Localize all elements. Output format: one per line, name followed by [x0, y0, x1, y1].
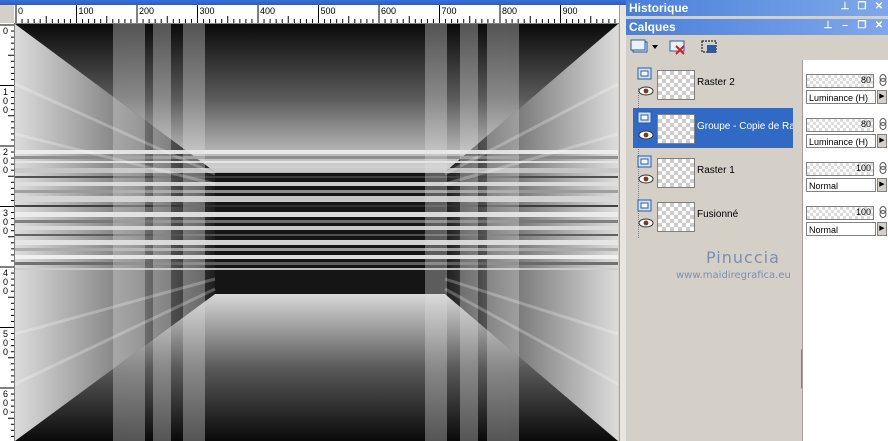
mask-icon: [701, 40, 717, 53]
close-icon[interactable]: ✕: [872, 19, 886, 33]
eye-icon[interactable]: [638, 130, 654, 140]
ruler-left: 0 1 0 0 2 0 0 3 0 0 4 0 0 5 0 0 6 0 0: [0, 23, 15, 441]
layer-thumbnail: [657, 202, 695, 232]
eye-icon[interactable]: [638, 218, 654, 228]
ruler-top-label: 500: [320, 6, 336, 16]
layer-name: Raster 2: [697, 77, 735, 88]
opacity-slider[interactable]: 100: [806, 206, 874, 220]
layer-props-block: 80 Luminance (H) ▶: [806, 70, 888, 110]
pin-icon[interactable]: ⊥: [838, 0, 852, 14]
history-title-text: Historique: [629, 1, 689, 15]
close-icon[interactable]: ✕: [872, 0, 886, 14]
canvas-artwork: [15, 24, 618, 441]
ruler-left-label: 1 0 0: [2, 86, 8, 115]
opacity-slider[interactable]: 80: [806, 74, 874, 88]
layer-row[interactable]: Raster 1: [633, 152, 793, 192]
ruler-left-label: 0: [2, 26, 8, 36]
ruler-left-label: 6 0 0: [2, 389, 8, 417]
ruler-top-label: 800: [502, 6, 518, 16]
blend-mode-select[interactable]: Normal: [806, 222, 876, 236]
layers-title-text: Calques: [629, 20, 676, 34]
dropdown-arrow-icon[interactable]: ▶: [877, 134, 887, 148]
opacity-value: 80: [860, 75, 871, 85]
opacity-slider[interactable]: 80: [806, 118, 874, 132]
opacity-value: 80: [860, 119, 871, 129]
ruler-top-label: 700: [441, 6, 457, 16]
ruler-top-label: 900: [562, 6, 578, 16]
layer-props-block: 100 Normal ▶: [806, 202, 888, 242]
ruler-top-label: 300: [199, 6, 215, 16]
watermark-url: www.maidiregrafica.eu: [676, 270, 791, 281]
ruler-left-label: 4 0 0: [2, 268, 8, 296]
layer-props-block: 80 Luminance (H) ▶: [806, 114, 888, 154]
blend-mode-select[interactable]: Luminance (H): [806, 90, 876, 104]
ruler-left-label: 2 0 0: [2, 147, 8, 175]
mask-button[interactable]: [700, 38, 720, 56]
new-layer-icon: [630, 39, 658, 53]
ruler-top-label: 100: [78, 6, 94, 16]
opacity-value: 100: [855, 163, 871, 173]
link-icon[interactable]: [878, 118, 888, 130]
link-icon[interactable]: [878, 162, 888, 174]
ruler-left-label: 3 0 0: [2, 207, 8, 236]
raster-layer-icon: [637, 67, 653, 81]
restore-icon[interactable]: ❐: [855, 19, 869, 33]
dropdown-arrow-icon[interactable]: ▶: [877, 178, 887, 192]
ruler-top-ticks: [15, 5, 616, 23]
eye-icon[interactable]: [638, 86, 654, 96]
side-panels: Historique ⊥ ❐ ✕ Calques ⊥ – ❐ ✕ Raster …: [626, 0, 888, 441]
pin-icon[interactable]: ⊥: [821, 19, 835, 33]
history-panel-title[interactable]: Historique ⊥ ❐ ✕: [626, 0, 888, 16]
eye-icon[interactable]: [638, 174, 654, 184]
opacity-value: 100: [855, 207, 871, 217]
layer-thumbnail: [657, 114, 695, 144]
minimize-icon[interactable]: –: [838, 19, 852, 33]
layer-name: Raster 1: [697, 165, 735, 176]
canvas-area: 0 100 200 300 400 500 600 700 800 900 0 1 0 0 2 0 0…: [0, 0, 627, 441]
layers-toolbar: [626, 36, 888, 58]
ruler-left-label: 5 0 0: [2, 328, 8, 357]
delete-layer-button[interactable]: [668, 38, 688, 56]
dropdown-arrow-icon[interactable]: ▶: [877, 222, 887, 236]
blend-mode-select[interactable]: Normal: [806, 178, 876, 192]
layer-thumbnail: [657, 158, 695, 188]
layer-name: Fusionné: [697, 209, 739, 220]
raster-layer-icon: [637, 155, 653, 169]
ruler-top-label: 400: [260, 6, 276, 16]
raster-layer-icon: [637, 111, 653, 125]
blend-mode-select[interactable]: Luminance (H): [806, 134, 876, 148]
image-canvas[interactable]: [15, 24, 618, 441]
ruler-top-label: 0: [18, 6, 24, 16]
link-icon[interactable]: [878, 206, 888, 218]
ruler-top-label: 600: [381, 6, 397, 16]
dropdown-arrow-icon[interactable]: ▶: [877, 90, 887, 104]
link-icon[interactable]: [878, 74, 888, 86]
delete-layer-icon: [669, 40, 685, 55]
layer-row[interactable]: Fusionné: [633, 196, 793, 236]
layers-list: Raster 2 Groupe - Copie de Ra Raster 1 Fusi…: [633, 60, 819, 441]
layer-properties: 80 Luminance (H) ▶ 80 Luminance (H) ▶ 100 Norma…: [802, 60, 888, 441]
ruler-top-label: 200: [139, 6, 155, 16]
restore-icon[interactable]: ❐: [855, 0, 869, 14]
ruler-top: 0 100 200 300 400 500 600 700 800 900: [14, 5, 619, 24]
watermark-name: Pinuccia: [706, 248, 780, 267]
layer-row[interactable]: Groupe - Copie de Ra: [633, 108, 793, 148]
raster-layer-icon: [637, 199, 653, 213]
ruler-corner: [0, 5, 14, 23]
layer-row[interactable]: Raster 2: [633, 64, 793, 104]
opacity-slider[interactable]: 100: [806, 162, 874, 176]
layer-props-block: 100 Normal ▶: [806, 158, 888, 198]
new-layer-button[interactable]: [630, 38, 660, 56]
layers-panel-title[interactable]: Calques ⊥ – ❐ ✕: [626, 19, 888, 35]
layer-thumbnail: [657, 70, 695, 100]
layer-name: Groupe - Copie de Ra: [697, 121, 793, 132]
